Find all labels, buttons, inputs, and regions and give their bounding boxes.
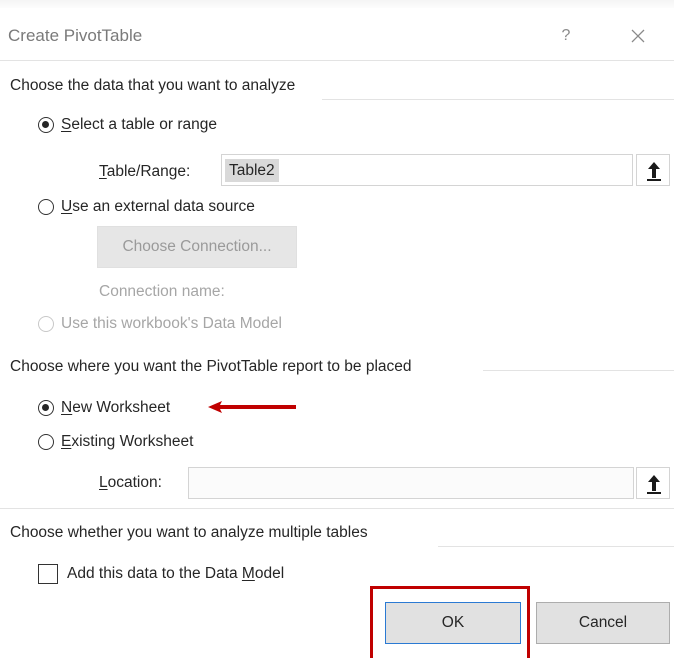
multiple-tables-heading: Choose whether you want to analyze multi… [10,524,368,541]
section-divider [483,370,674,371]
section-divider [0,508,674,509]
new-worksheet-option[interactable]: New Worksheet [38,399,170,417]
arrow-up-icon [647,162,661,181]
existing-worksheet-label: Existing Worksheet [61,433,194,450]
existing-worksheet-radio[interactable] [38,434,54,450]
dialog-title: Create PivotTable [8,26,143,45]
cancel-button[interactable]: Cancel [536,602,670,644]
data-model-label: Use this workbook's Data Model [61,315,282,332]
arrow-up-icon [647,475,661,494]
close-icon [631,29,645,43]
data-model-option: Use this workbook's Data Model [38,315,282,333]
select-table-radio[interactable] [38,117,54,133]
add-to-data-model-label: Add this data to the Data Model [67,565,285,582]
data-source-heading: Choose the data that you want to analyze [10,77,296,94]
new-worksheet-label: New Worksheet [61,399,171,416]
annotation-arrow [208,401,296,413]
create-pivottable-dialog: Create PivotTable ? Choose the data that… [0,8,674,658]
add-to-data-model-checkbox[interactable] [38,564,58,584]
data-model-radio [38,316,54,332]
choose-connection-button[interactable]: Choose Connection... [97,226,297,268]
location-collapse-button[interactable] [636,467,670,499]
select-table-label: Select a table or range [61,116,217,133]
connection-name-label: Connection name: [99,283,225,300]
table-range-collapse-button[interactable] [636,154,670,186]
ok-button[interactable]: OK [385,602,521,644]
external-source-label: Use an external data source [61,198,255,215]
location-label: Location: [99,474,162,491]
title-bar: Create PivotTable ? [0,8,674,60]
help-button[interactable]: ? [554,24,578,48]
title-separator [0,60,674,61]
section-divider [322,99,674,100]
external-source-radio[interactable] [38,199,54,215]
table-range-input[interactable]: Table2 [221,154,633,186]
table-range-value: Table2 [225,159,279,182]
new-worksheet-radio[interactable] [38,400,54,416]
existing-worksheet-option[interactable]: Existing Worksheet [38,433,193,451]
placement-heading: Choose where you want the PivotTable rep… [10,358,412,375]
location-input[interactable] [188,467,634,499]
table-range-label: Table/Range: [99,163,191,180]
external-source-option[interactable]: Use an external data source [38,198,255,216]
add-to-data-model-option[interactable]: Add this data to the Data Model [38,564,284,584]
section-divider [438,546,674,547]
select-table-option[interactable]: Select a table or range [38,116,217,134]
close-button[interactable] [624,22,652,50]
